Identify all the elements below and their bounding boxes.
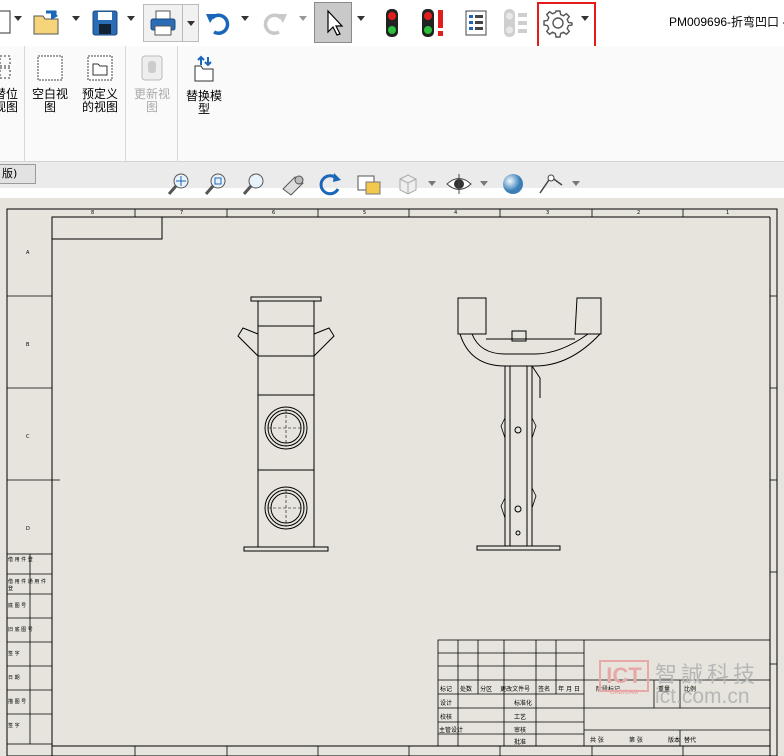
drawing-ribbon: 替位 视图 空白视 图 预定义 的视图 更新视 图 替换模 型	[0, 46, 784, 162]
active-document-tab[interactable]: 版)	[0, 164, 36, 184]
left-table-label: 底 图 号	[8, 603, 27, 609]
tb-cell: 共 张	[590, 737, 604, 744]
left-table-label: 日 期	[8, 675, 20, 681]
col-marker: 6	[272, 210, 276, 216]
rotate-view-icon[interactable]	[316, 169, 344, 199]
row-marker: D	[26, 526, 30, 532]
watermark-logo: ICT CAD/CAM	[599, 660, 649, 696]
tb-approve-label: 批准	[514, 739, 527, 746]
quick-access-toolbar: PM009696-折弯凹口 -	[0, 0, 784, 48]
tb-cell: 版本	[667, 737, 680, 744]
zoom-to-area-icon[interactable]	[202, 169, 230, 199]
redo-dropdown-icon	[299, 16, 307, 21]
watermark-logo-text: ICT	[606, 663, 642, 688]
ribbon-separator	[177, 46, 178, 162]
col-marker: 1	[726, 210, 730, 216]
tb-design-label: 设计	[440, 700, 453, 707]
hide-show-dropdown-icon[interactable]	[480, 181, 488, 186]
tb-process-label: 工艺	[514, 714, 527, 721]
replace-model-button[interactable]: 替换模 型	[181, 54, 227, 116]
file-properties-icon[interactable]	[460, 4, 492, 42]
ribbon-label: 预定义 的视图	[81, 87, 118, 114]
tb-cell: 更改文件号	[500, 686, 531, 693]
col-marker: 3	[546, 210, 550, 216]
scene-icon[interactable]	[536, 169, 566, 199]
tb-footer: 共 张 第 张 版本	[590, 735, 680, 744]
left-table-label: 描 图 号	[8, 699, 27, 705]
row-marker: A	[26, 250, 30, 256]
select-dropdown-icon[interactable]	[357, 16, 365, 21]
select-cursor-icon[interactable]	[314, 4, 352, 42]
scene-dropdown-icon[interactable]	[572, 181, 580, 186]
left-table-label: 借 用 件 登	[8, 557, 33, 563]
watermark-logo-sub: CAD/CAM	[609, 690, 639, 696]
section-view-icon[interactable]	[354, 169, 384, 199]
display-style-icon[interactable]	[394, 169, 422, 199]
ribbon-separator	[125, 46, 126, 162]
col-marker: 2	[637, 210, 641, 216]
tb-cell: 签名	[538, 686, 551, 693]
col-marker: 7	[180, 210, 184, 216]
ribbon-label: 空白视 图	[31, 87, 68, 114]
ribbon-label: 替位 视图	[0, 87, 18, 114]
tb-cell: 年 月 日	[558, 686, 580, 693]
ribbon-separator	[24, 46, 25, 162]
rebuild-all-icon[interactable]	[418, 4, 452, 42]
file-explorer-icon	[500, 4, 532, 42]
col-marker: 8	[91, 210, 95, 216]
update-view-button: 更新视 图	[130, 54, 174, 114]
previous-view-icon[interactable]	[278, 169, 308, 199]
tb-standard-label: 标准化	[514, 700, 533, 707]
tb-cell: 第 张	[628, 737, 643, 744]
predefined-view-button[interactable]: 预定义 的视图	[76, 54, 124, 114]
appearance-icon[interactable]	[498, 169, 528, 199]
save-dropdown-icon[interactable]	[127, 16, 135, 21]
undo-dropdown-icon[interactable]	[241, 16, 249, 21]
new-doc-dropdown-icon[interactable]	[14, 16, 22, 21]
options-highlight-box	[537, 2, 596, 48]
tb-replace-label: 替代	[684, 737, 697, 744]
row-marker: C	[26, 434, 30, 440]
undo-icon[interactable]	[203, 4, 233, 42]
tb-cell: 分区	[480, 686, 493, 693]
ribbon-label: 替换模 型	[185, 89, 222, 116]
left-table-label: 借 用 件 通 用 件 登	[8, 579, 46, 592]
tb-cell: 标记	[440, 686, 453, 693]
watermark: ICT CAD/CAM 智誠科技 ict.com.cn	[595, 655, 784, 715]
col-marker: 5	[363, 210, 367, 216]
redo-icon	[260, 4, 290, 42]
zoom-to-fit-icon[interactable]	[165, 169, 193, 199]
open-icon[interactable]	[30, 4, 64, 42]
solidworks-window: PM009696-折弯凹口 - 替位 视图 空白视 图 预定义 的视图 更新视 …	[0, 0, 784, 756]
open-dropdown-icon[interactable]	[72, 16, 80, 21]
print-dropdown-icon[interactable]	[183, 4, 199, 42]
display-style-dropdown-icon[interactable]	[428, 181, 436, 186]
window-title: PM009696-折弯凹口 -	[669, 15, 784, 29]
empty-view-button[interactable]: 空白视 图	[28, 54, 72, 114]
print-icon[interactable]	[143, 4, 183, 42]
tb-cell: 处数	[460, 686, 473, 693]
left-table-label: 签 字	[8, 651, 20, 657]
col-marker: 4	[454, 210, 458, 216]
tb-review-label: 审核	[514, 727, 527, 734]
save-icon[interactable]	[88, 4, 122, 42]
ribbon-label: 更新视 图	[133, 87, 170, 114]
left-table-label: 旧 底 图 号	[8, 627, 33, 633]
watermark-url: ict.com.cn	[655, 685, 750, 708]
tb-check-label: 校核	[440, 714, 453, 721]
row-marker: B	[26, 342, 30, 348]
zoom-in-out-icon[interactable]	[240, 169, 268, 199]
new-doc-icon[interactable]	[0, 4, 14, 42]
rebuild-icon[interactable]	[378, 4, 406, 42]
hide-show-icon[interactable]	[444, 169, 474, 199]
title-block-row1: 标记 处数 分区 更改文件号 签名 年 月 日	[440, 684, 580, 693]
alternate-position-view-button[interactable]: 替位 视图	[0, 54, 20, 114]
left-table-label: 签 字	[8, 723, 20, 729]
document-tab-row: 版)	[0, 162, 784, 188]
tb-chief-label: 主管设计	[439, 727, 464, 734]
